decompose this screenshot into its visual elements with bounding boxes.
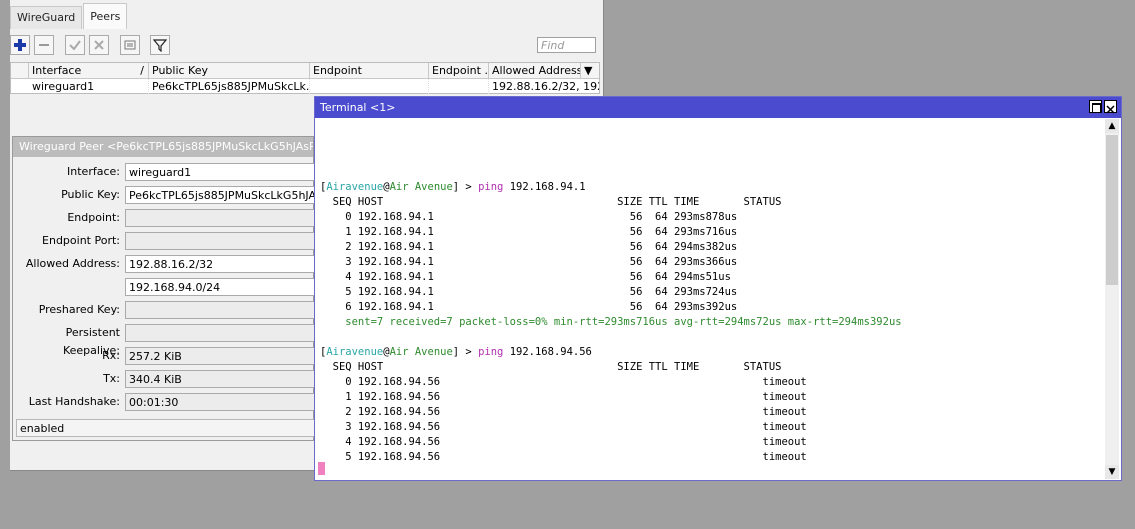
remove-button[interactable] xyxy=(34,35,54,55)
column-header-interface[interactable]: Interface / xyxy=(29,63,149,78)
status-bar: enabled xyxy=(16,419,326,437)
preshared-key-input[interactable] xyxy=(125,301,325,319)
enable-button[interactable] xyxy=(65,35,85,55)
cell-endpoint-port xyxy=(429,79,489,94)
sort-icon: / xyxy=(140,64,144,77)
ping-row: 2 192.168.94.1 56 64 294ms382us xyxy=(320,241,738,253)
minus-icon xyxy=(39,44,49,46)
ping-row: 2 192.168.94.56 timeout xyxy=(320,406,807,418)
public-key-input[interactable]: Pe6kcTPL65js885JPMuSkcLkG5hJAsR xyxy=(125,186,325,204)
last-handshake-value: 00:01:30 xyxy=(125,393,325,411)
tx-value: 340.4 KiB xyxy=(125,370,325,388)
terminal-output[interactable]: [Airavenue@Air Avenue] > ping 192.168.94… xyxy=(315,118,1105,480)
scroll-down-button[interactable]: ▼ xyxy=(1105,465,1119,479)
prompt-line-2: [Airavenue@Air Avenue] > ping 192.168.94… xyxy=(320,346,592,358)
plus-icon xyxy=(14,39,26,51)
add-button[interactable] xyxy=(10,35,30,55)
close-icon xyxy=(1106,105,1115,114)
chevron-down-icon: ▼ xyxy=(584,64,593,77)
ping-row: 4 192.168.94.1 56 64 294ms51us xyxy=(320,271,731,283)
close-button[interactable] xyxy=(1104,100,1117,114)
tab-wireguard[interactable]: WireGuard xyxy=(10,6,83,29)
ping-row: 5 192.168.94.56 timeout xyxy=(320,451,807,463)
column-header-public-key[interactable]: Public Key xyxy=(149,63,310,78)
command-arg-2: 192.168.94.56 xyxy=(509,346,592,358)
persistent-keepalive-input[interactable] xyxy=(125,324,325,342)
scroll-thumb[interactable] xyxy=(1106,135,1118,285)
cross-icon xyxy=(94,40,104,50)
allowed-address-input-2[interactable]: 192.168.94.0/24 xyxy=(125,278,325,296)
column-header-endpoint[interactable]: Endpoint xyxy=(310,63,429,78)
filter-icon xyxy=(153,39,167,52)
table-header-1: SEQ HOST SIZE TTL TIME STATUS xyxy=(320,196,782,208)
tab-bar: WireGuard Peers xyxy=(10,3,128,30)
filter-button[interactable] xyxy=(150,35,170,55)
terminal-window: Terminal <1> [Airavenue@Air Avenue] > pi… xyxy=(314,96,1122,481)
column-menu-button[interactable]: ▼ xyxy=(581,63,599,78)
cell-interface: wireguard1 xyxy=(29,79,149,94)
allowed-address-input[interactable]: 192.88.16.2/32 xyxy=(125,255,325,273)
header-spacer xyxy=(11,63,29,78)
cell-endpoint xyxy=(310,79,429,94)
table-row[interactable]: wireguard1 Pe6kcTPL65js885JPMuSkcLk... 1… xyxy=(11,79,599,94)
prompt-line-1: [Airavenue@Air Avenue] > ping 192.168.94… xyxy=(320,181,586,193)
ping-row: 6 192.168.94.1 56 64 293ms392us xyxy=(320,301,738,313)
scroll-up-button[interactable]: ▲ xyxy=(1105,119,1119,133)
rx-value: 257.2 KiB xyxy=(125,347,325,365)
dialog-title[interactable]: Wireguard Peer <Pe6kcTPL65js885JPMuSkcLk… xyxy=(13,137,313,157)
command-arg-1: 192.168.94.1 xyxy=(509,181,586,193)
endpoint-port-input[interactable] xyxy=(125,232,325,250)
arrow-up-icon: ▲ xyxy=(1108,121,1116,131)
ping-row: 5 192.168.94.1 56 64 293ms724us xyxy=(320,286,738,298)
ping-row: 0 192.168.94.1 56 64 293ms878us xyxy=(320,211,738,223)
maximize-button[interactable] xyxy=(1089,100,1102,113)
disable-button[interactable] xyxy=(89,35,109,55)
interface-select[interactable]: wireguard1 xyxy=(125,163,325,181)
cell-allowed-address: 192.88.16.2/32, 192... xyxy=(492,80,599,93)
maximize-icon xyxy=(1092,103,1101,113)
peers-table: Interface / Public Key Endpoint Endpoint … xyxy=(10,62,600,94)
arrow-down-icon: ▼ xyxy=(1108,467,1116,477)
comment-icon xyxy=(124,40,136,50)
wireguard-peer-dialog: Wireguard Peer <Pe6kcTPL65js885JPMuSkcLk… xyxy=(12,136,326,441)
ping-row: 0 192.168.94.56 timeout xyxy=(320,376,807,388)
comment-button[interactable] xyxy=(120,35,140,55)
find-input[interactable]: Find xyxy=(537,37,596,53)
tab-peers[interactable]: Peers xyxy=(83,3,128,29)
ping-row: 3 192.168.94.1 56 64 293ms366us xyxy=(320,256,738,268)
terminal-title: Terminal <1> xyxy=(320,101,396,114)
terminal-titlebar[interactable]: Terminal <1> xyxy=(315,97,1121,118)
terminal-scrollbar[interactable]: ▲ ▼ xyxy=(1105,119,1119,479)
ping-row: 4 192.168.94.56 timeout xyxy=(320,436,807,448)
table-header-2: SEQ HOST SIZE TTL TIME STATUS xyxy=(320,361,782,373)
table-header: Interface / Public Key Endpoint Endpoint … xyxy=(11,63,599,79)
ping-row: 1 192.168.94.1 56 64 293ms716us xyxy=(320,226,738,238)
toolbar: Find xyxy=(10,35,600,57)
endpoint-input[interactable] xyxy=(125,209,325,227)
ping-row: 3 192.168.94.56 timeout xyxy=(320,421,807,433)
ping-row: 1 192.168.94.56 timeout xyxy=(320,391,807,403)
column-header-endpoint-port[interactable]: Endpoint ... xyxy=(429,63,489,78)
check-icon xyxy=(69,40,81,51)
column-header-allowed-address[interactable]: Allowed Address xyxy=(489,63,581,78)
cell-public-key: Pe6kcTPL65js885JPMuSkcLk... xyxy=(149,79,310,94)
terminal-cursor xyxy=(318,462,325,475)
ping-summary: sent=7 received=7 packet-loss=0% min-rtt… xyxy=(320,316,902,328)
